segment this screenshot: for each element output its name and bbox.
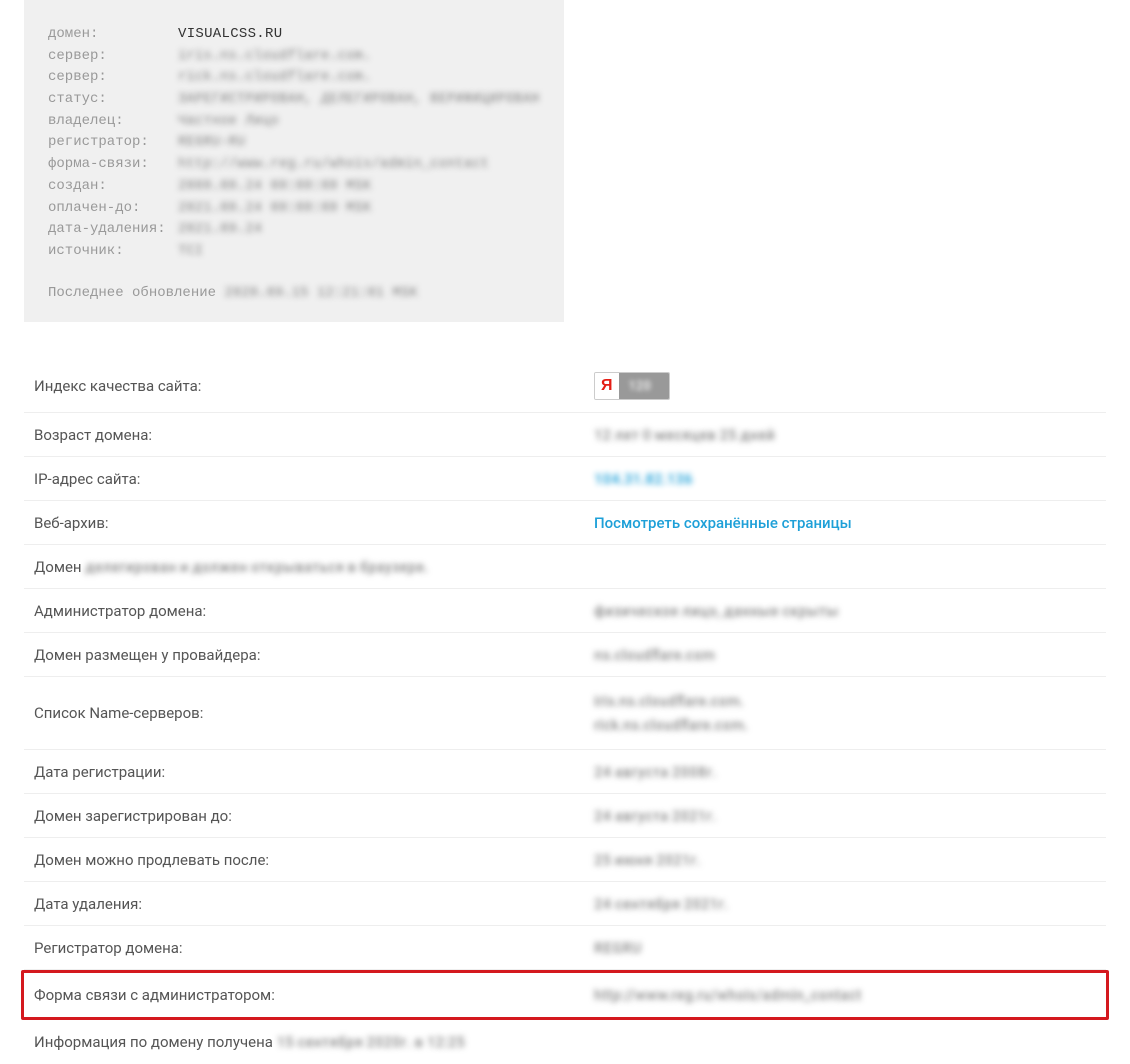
whois-field-value: Частное Лицо [178,111,279,133]
registrar-value: REGRU [594,939,641,957]
ns-list-value: iris.ns.cloudflare.com. rick.ns.cloudfla… [594,689,748,737]
domain-status-row: Домен делегирован и должен открываться в… [24,545,1106,589]
registrar-label: Регистратор домена: [34,939,594,957]
provider-row: Домен размещен у провайдера: ns.cloudfla… [24,633,1106,677]
whois-row: владелец:Частное Лицо [48,111,540,133]
delete-date-value: 24 сентября 2021г. [594,895,728,913]
yandex-quality-badge[interactable]: Я 120 [594,372,670,400]
domain-age-row: Возраст домена: 12 лет 0 месяцев 25 дней [24,413,1106,457]
reg-date-value: 24 августа 2008г. [594,763,716,781]
whois-field-value: 2021.08.24 00:00:00 MSK [178,198,371,220]
reg-date-label: Дата регистрации: [34,763,594,781]
contact-form-label: Форма связи с администратором: [34,986,594,1004]
site-quality-label: Индекс качества сайта: [34,377,594,395]
domain-status-prefix: Домен [34,558,85,576]
info-received-text: Информация по домену получена 15 сентябр… [34,1033,465,1051]
whois-field-value: VISUALCSS.RU [178,24,282,46]
renew-after-label: Домен можно продлевать после: [34,851,594,869]
provider-value: ns.cloudflare.com [594,646,715,664]
ip-address-value[interactable]: 104.31.82.136 [594,470,692,488]
provider-label: Домен размещен у провайдера: [34,646,594,664]
domain-age-value: 12 лет 0 месяцев 25 дней [594,426,775,444]
ns-list-row: Список Name-серверов: iris.ns.cloudflare… [24,677,1106,750]
whois-row: сервер:iris.ns.cloudflare.com. [48,46,540,68]
whois-field-value: iris.ns.cloudflare.com. [178,46,371,68]
delete-date-label: Дата удаления: [34,895,594,913]
ns-value-1: iris.ns.cloudflare.com. [594,689,748,713]
whois-field-label: оплачен-до: [48,198,178,220]
whois-field-value: http://www.reg.ru/whois/admin_contact [178,154,489,176]
contact-form-highlight: Форма связи с администратором: http://ww… [21,970,1109,1020]
whois-field-label: сервер: [48,46,178,68]
ip-address-label: IP-адрес сайта: [34,470,594,488]
domain-status-value: делегирован и должен открываться в брауз… [85,558,428,576]
info-received-row: Информация по домену получена 15 сентябр… [24,1020,1106,1064]
whois-row: дата-удаления:2021.09.24 [48,219,540,241]
whois-field-value: 2021.09.24 [178,219,262,241]
reg-until-value: 24 августа 2021г. [594,807,716,825]
whois-row: регистратор:REGRU-RU [48,132,540,154]
whois-update-value: 2020.09.15 12:21:01 MSK [216,285,418,301]
whois-field-value: ЗАРЕГИСТРИРОВАН, ДЕЛЕГИРОВАН, ВЕРИФИЦИРО… [178,89,539,111]
whois-field-label: домен: [48,24,178,46]
whois-field-label: регистратор: [48,132,178,154]
web-archive-link[interactable]: Посмотреть сохранённые страницы [594,514,852,532]
renew-after-value: 25 июня 2021г. [594,851,701,869]
whois-row: создан:2008.08.24 00:00:00 MSK [48,176,540,198]
domain-age-label: Возраст домена: [34,426,594,444]
whois-field-label: сервер: [48,67,178,89]
whois-row: источник:TCI [48,241,540,263]
site-quality-row: Индекс качества сайта: Я 120 [24,360,1106,413]
whois-field-value: 2008.08.24 00:00:00 MSK [178,176,371,198]
delete-date-row: Дата удаления: 24 сентября 2021г. [24,882,1106,926]
whois-field-value: rick.ns.cloudflare.com. [178,67,371,89]
domain-admin-label: Администратор домена: [34,602,594,620]
whois-row: домен:VISUALCSS.RU [48,24,540,46]
contact-form-row: Форма связи с администратором: http://ww… [24,973,1106,1017]
reg-until-label: Домен зарегистрирован до: [34,807,594,825]
renew-after-row: Домен можно продлевать после: 25 июня 20… [24,838,1106,882]
reg-date-row: Дата регистрации: 24 августа 2008г. [24,750,1106,794]
whois-update-label: Последнее обновление [48,285,216,301]
whois-field-label: статус: [48,89,178,111]
yandex-icon: Я [595,373,619,399]
whois-field-value: TCI [178,241,203,263]
domain-info-table: Индекс качества сайта: Я 120 Возраст дом… [24,360,1106,1064]
whois-row: сервер:rick.ns.cloudflare.com. [48,67,540,89]
whois-field-label: создан: [48,176,178,198]
whois-row: статус:ЗАРЕГИСТРИРОВАН, ДЕЛЕГИРОВАН, ВЕР… [48,89,540,111]
whois-row: оплачен-до:2021.08.24 00:00:00 MSK [48,198,540,220]
web-archive-label: Веб-архив: [34,514,594,532]
ip-address-row: IP-адрес сайта: 104.31.82.136 [24,457,1106,501]
domain-status-text: Домен делегирован и должен открываться в… [34,558,428,576]
domain-admin-value: физическое лицо, данные скрыты [594,602,838,620]
contact-form-value: http://www.reg.ru/whois/admin_contact [594,986,861,1004]
info-received-value: 15 сентября 2020г. в 12:25 [277,1033,465,1051]
reg-until-row: Домен зарегистрирован до: 24 августа 202… [24,794,1106,838]
whois-field-label: владелец: [48,111,178,133]
whois-block: домен:VISUALCSS.RUсервер:iris.ns.cloudfl… [24,0,564,322]
ns-value-2: rick.ns.cloudflare.com. [594,713,748,737]
whois-last-update: Последнее обновление 2020.09.15 12:21:01… [48,283,540,305]
yandex-score: 120 [619,373,669,399]
whois-field-label: форма-связи: [48,154,178,176]
domain-admin-row: Администратор домена: физическое лицо, д… [24,589,1106,633]
whois-field-label: источник: [48,241,178,263]
registrar-row: Регистратор домена: REGRU [24,926,1106,970]
info-received-prefix: Информация по домену получена [34,1033,277,1051]
ns-list-label: Список Name-серверов: [34,704,594,722]
whois-row: форма-связи:http://www.reg.ru/whois/admi… [48,154,540,176]
whois-field-label: дата-удаления: [48,219,178,241]
whois-field-value: REGRU-RU [178,132,245,154]
web-archive-row: Веб-архив: Посмотреть сохранённые страни… [24,501,1106,545]
